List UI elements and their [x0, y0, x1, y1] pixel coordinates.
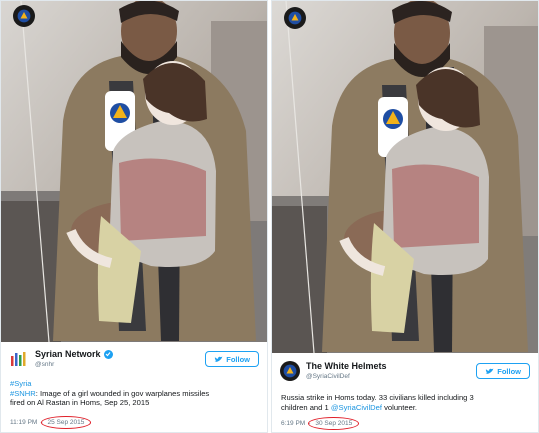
- tweet-photo[interactable]: [272, 1, 538, 353]
- tweet-header: The White Helmets @SyriaCivilDef Follow: [272, 361, 538, 383]
- tweet-timestamp[interactable]: 11:19 PM - 25 Sep 2015: [10, 416, 92, 429]
- tweet-text: #Syria #SNHR: Image of a girl wounded in…: [10, 379, 258, 408]
- white-helmets-watermark-icon: [284, 7, 306, 29]
- tweet-timestamp[interactable]: 6:19 PM - 30 Sep 2015: [281, 417, 360, 430]
- tweet-text: Russia strike in Homs today. 33 civilian…: [281, 393, 529, 412]
- tweet-card-snhr: Syrian Network @snhr Follow #Syria #SNHR…: [0, 0, 268, 433]
- tweet-text-line: fired on Al Rastan in Homs, Sep 25, 2015: [10, 398, 150, 408]
- rescue-photo: [1, 1, 267, 342]
- hashtag-link[interactable]: #SNHR: [10, 389, 36, 398]
- tweet-photo[interactable]: [1, 1, 267, 342]
- account-name-line[interactable]: The White Helmets: [306, 361, 387, 371]
- rescue-photo: [272, 1, 538, 353]
- follow-bird-icon: [485, 368, 494, 374]
- account-handle[interactable]: @snhr: [35, 361, 54, 368]
- follow-button[interactable]: Follow: [476, 363, 530, 379]
- account-name-line[interactable]: Syrian Network: [35, 349, 113, 359]
- tweet-time: 6:19 PM: [281, 420, 306, 427]
- white-helmets-logo-icon[interactable]: [280, 361, 300, 381]
- mention-link[interactable]: @SyriaCivilDef: [331, 403, 382, 412]
- white-helmets-watermark-icon: [13, 5, 35, 27]
- tweet-body: The White Helmets @SyriaCivilDef Follow …: [272, 353, 538, 433]
- tweet-header: Syrian Network @snhr Follow: [1, 349, 267, 371]
- display-name[interactable]: The White Helmets: [306, 361, 387, 371]
- follow-button[interactable]: Follow: [205, 351, 259, 367]
- hashtag-link[interactable]: #Syria: [10, 379, 32, 388]
- tweet-text-segment: children and 1: [281, 402, 331, 412]
- account-handle[interactable]: @SyriaCivilDef: [306, 373, 350, 380]
- tweet-text-segment: volunteer.: [382, 402, 418, 412]
- snhr-logo-icon[interactable]: [9, 349, 29, 369]
- tweet-text-segment: : Image of a girl wounded in gov warplan…: [35, 388, 210, 398]
- display-name[interactable]: Syrian Network: [35, 349, 101, 359]
- tweet-date-highlighted: 30 Sep 2015: [308, 417, 360, 430]
- follow-bird-icon: [214, 356, 223, 362]
- tweet-body: Syrian Network @snhr Follow #Syria #SNHR…: [1, 342, 267, 433]
- follow-label: Follow: [497, 366, 521, 376]
- tweet-card-white-helmets: The White Helmets @SyriaCivilDef Follow …: [271, 0, 539, 433]
- tweet-text-line: Russia strike in Homs today. 33 civilian…: [281, 393, 474, 402]
- follow-label: Follow: [226, 354, 250, 364]
- tweet-time: 11:19 PM: [10, 419, 38, 426]
- tweet-date-highlighted: 25 Sep 2015: [40, 416, 92, 429]
- verified-badge-icon: [103, 349, 113, 359]
